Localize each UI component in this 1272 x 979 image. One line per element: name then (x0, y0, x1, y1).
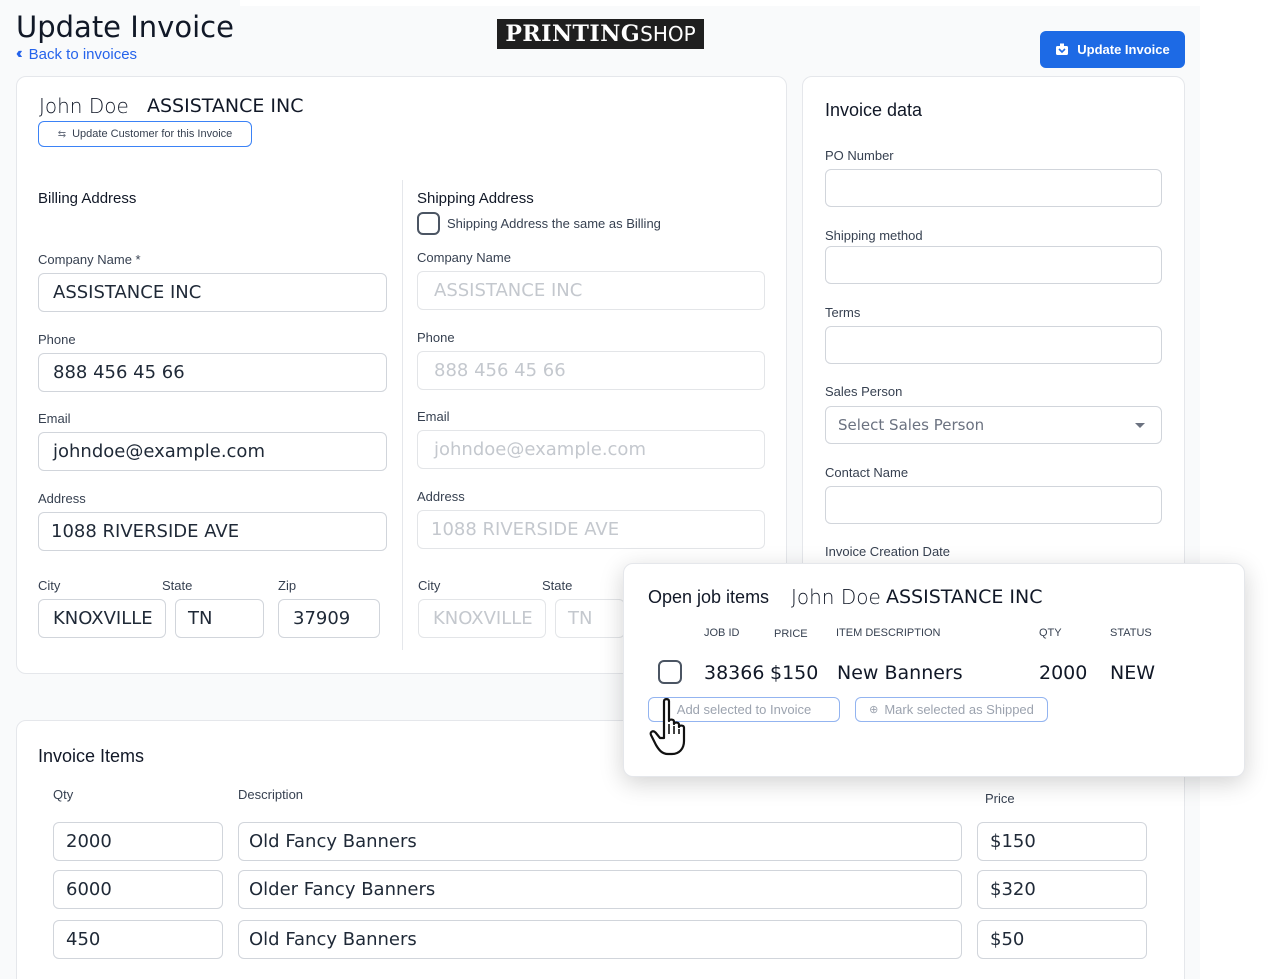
customer-company: ASSISTANCE INC (147, 95, 304, 117)
job-id-cell: 38366 (704, 662, 765, 684)
update-invoice-button[interactable]: Update Invoice (1040, 31, 1185, 68)
qty-column-label: Qty (53, 787, 74, 802)
item-qty-input[interactable]: 450 (53, 920, 223, 959)
item-qty-input[interactable]: 6000 (53, 870, 223, 909)
invoice-data-heading: Invoice data (825, 100, 923, 120)
sales-person-label: Sales Person (825, 384, 903, 399)
mark-shipped-button[interactable]: ⊕ Mark selected as Shipped (855, 697, 1048, 722)
refresh-icon: ⇆ (57, 128, 67, 140)
billing-zip-input[interactable]: 37909 (278, 599, 380, 638)
item-description-input[interactable]: Old Fancy Banners (238, 822, 962, 861)
hand-pointer-icon (649, 698, 686, 756)
shipping-address-input[interactable]: 1088 RIVERSIDE AVE (417, 510, 765, 549)
same-as-billing-label: Shipping Address the same as Billing (447, 216, 661, 231)
billing-zip-label: Zip (278, 578, 297, 593)
same-as-billing-checkbox[interactable] (417, 212, 440, 235)
shipping-method-input[interactable] (825, 246, 1162, 284)
shipping-company-label: Company Name (417, 250, 511, 265)
sales-person-select[interactable]: Select Sales Person (825, 406, 1162, 444)
header-strip (240, 0, 1200, 6)
item-price-input[interactable]: $320 (977, 870, 1147, 909)
shipping-state-label: State (542, 578, 573, 593)
billing-city-input[interactable]: KNOXVILLE (38, 599, 166, 638)
mark-shipped-label: Mark selected as Shipped (884, 702, 1034, 717)
update-customer-button[interactable]: ⇆ Update Customer for this Invoice (38, 121, 252, 147)
billing-heading: Billing Address (38, 190, 137, 207)
shipping-state-input[interactable]: TN (555, 599, 625, 638)
billing-address-input[interactable]: 1088 RIVERSIDE AVE (38, 512, 387, 551)
po-number-label: PO Number (825, 148, 894, 163)
back-link-label: Back to invoices (28, 45, 138, 63)
price-column-label: Price (985, 791, 1015, 806)
sales-person-placeholder: Select Sales Person (838, 416, 985, 434)
col-job-id: JOB ID (704, 627, 740, 639)
job-select-checkbox[interactable] (658, 660, 682, 684)
terms-label: Terms (825, 305, 861, 320)
col-qty: QTY (1039, 627, 1062, 639)
save-icon (1056, 43, 1069, 55)
item-description-input[interactable]: Old Fancy Banners (238, 920, 962, 959)
billing-address-label: Address (38, 491, 86, 506)
page-title: Update Invoice (16, 10, 234, 44)
address-divider (402, 180, 403, 650)
billing-state-label: State (162, 578, 193, 593)
contact-name-label: Contact Name (825, 465, 909, 480)
shipping-email-input[interactable]: johndoe@example.com (417, 430, 765, 469)
update-invoice-label: Update Invoice (1077, 42, 1170, 57)
popup-customer-company: ASSISTANCE INC (886, 586, 1043, 608)
description-column-label: Description (238, 787, 304, 802)
billing-phone-label: Phone (38, 332, 76, 347)
update-customer-label: Update Customer for this Invoice (72, 128, 233, 140)
job-status-cell: NEW (1110, 662, 1156, 684)
contact-name-input[interactable] (825, 486, 1162, 524)
col-price: PRICE (774, 628, 808, 640)
printingshop-logo: PRINTING SHOP (497, 19, 704, 49)
billing-company-input[interactable]: ASSISTANCE INC (38, 273, 387, 312)
shipping-city-label: City (418, 578, 441, 593)
job-qty-cell: 2000 (1039, 662, 1088, 684)
circle-plus-icon: ⊕ (869, 704, 879, 716)
invoice-items-heading: Invoice Items (38, 746, 145, 766)
logo-light-text: SHOP (640, 22, 696, 46)
job-description-cell: New Banners (837, 662, 963, 684)
item-description-input[interactable]: Older Fancy Banners (238, 870, 962, 909)
shipping-company-input[interactable]: ASSISTANCE INC (417, 271, 765, 310)
billing-email-label: Email (38, 411, 71, 426)
col-item-description: ITEM DESCRIPTION (836, 627, 941, 639)
billing-state-input[interactable]: TN (175, 599, 264, 638)
customer-name: John Doe (39, 94, 129, 118)
col-status: STATUS (1110, 627, 1152, 639)
terms-input[interactable] (825, 326, 1162, 364)
shipping-phone-input[interactable]: 888 456 45 66 (417, 351, 765, 390)
po-number-input[interactable] (825, 169, 1162, 207)
double-chevron-left-icon: ‹‹ (16, 45, 22, 62)
item-price-input[interactable]: $150 (977, 822, 1147, 861)
back-to-invoices-link[interactable]: ‹‹ Back to invoices (16, 45, 137, 63)
caret-down-icon (1135, 422, 1145, 428)
job-price-cell: $150 (770, 662, 819, 684)
shipping-method-label: Shipping method (825, 228, 923, 243)
creation-date-label: Invoice Creation Date (825, 544, 951, 559)
popup-customer-name: John Doe (791, 585, 881, 609)
shipping-phone-label: Phone (417, 330, 455, 345)
logo-bold-text: PRINTING (505, 21, 641, 47)
billing-email-input[interactable]: johndoe@example.com (38, 432, 387, 471)
shipping-heading: Shipping Address (417, 190, 534, 207)
open-job-items-title: Open job items (648, 587, 770, 607)
item-price-input[interactable]: $50 (977, 920, 1147, 959)
billing-city-label: City (38, 578, 61, 593)
shipping-email-label: Email (417, 409, 450, 424)
item-qty-input[interactable]: 2000 (53, 822, 223, 861)
billing-phone-input[interactable]: 888 456 45 66 (38, 353, 387, 392)
shipping-city-input[interactable]: KNOXVILLE (418, 599, 546, 638)
shipping-address-label: Address (417, 489, 465, 504)
billing-company-label: Company Name * (38, 252, 141, 267)
